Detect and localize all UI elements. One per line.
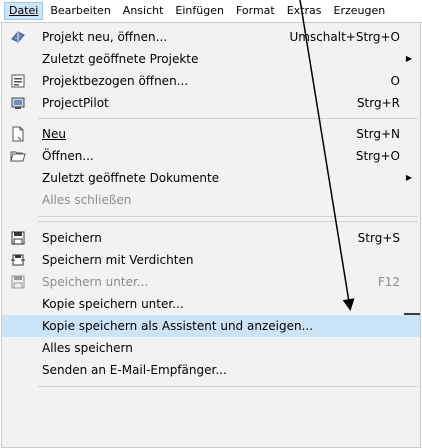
save-as-icon: [10, 274, 26, 290]
menu-datei[interactable]: Datei: [4, 2, 44, 20]
menu-item-speichern-unter: Speichern unter... F12: [2, 271, 420, 293]
datei-dropdown-menu: Projekt neu, öffnen... Umschalt+Strg+O Z…: [1, 22, 421, 448]
menu-bar: Datei Bearbeiten Ansicht Einfügen Format…: [0, 0, 422, 23]
new-document-icon: [10, 126, 26, 142]
separator: [38, 221, 418, 222]
separator: [38, 386, 418, 387]
menu-item-speichern-verdichten[interactable]: Speichern mit Verdichten: [2, 249, 420, 271]
menu-item-label: Senden an E-Mail-Empfänger...: [42, 363, 227, 377]
save-icon: [10, 230, 26, 246]
project-icon: [10, 29, 26, 45]
shortcut: Strg+R: [356, 96, 400, 110]
menu-item-oeffnen[interactable]: Öffnen... Strg+O: [2, 145, 420, 167]
shortcut: O: [390, 74, 400, 88]
menu-item-alles-schliessen: Alles schließen: [2, 189, 420, 211]
menu-item-label: Kopie speichern unter...: [42, 297, 184, 311]
menu-item-label: Neu: [42, 123, 66, 145]
menu-item-alles-speichern[interactable]: Alles speichern: [2, 337, 420, 359]
menu-item-neu[interactable]: Neu Strg+N: [2, 123, 420, 145]
menu-item-label: Speichern unter...: [42, 275, 149, 289]
menu-format[interactable]: Format: [231, 2, 280, 20]
menu-item-senden-email[interactable]: Senden an E-Mail-Empfänger...: [2, 359, 420, 381]
menu-item-speichern[interactable]: Speichern Strg+S: [2, 227, 420, 249]
menu-item-label: Projektbezogen öffnen...: [42, 74, 189, 88]
menu-bearbeiten[interactable]: Bearbeiten: [45, 2, 115, 20]
open-folder-icon: [10, 148, 26, 164]
menu-datei-label: Datei: [9, 4, 39, 17]
menu-item-label: ProjectPilot: [42, 96, 109, 110]
project-open-icon: [10, 73, 26, 89]
menu-item-label: Speichern mit Verdichten: [42, 253, 194, 267]
projectpilot-icon: [10, 95, 26, 111]
menu-item-kopie-assistent[interactable]: Kopie speichern als Assistent und anzeig…: [2, 315, 420, 337]
menu-item-label: Alles schließen: [42, 193, 132, 207]
shortcut: Umschalt+Strg+O: [289, 30, 400, 44]
menu-item-label: Projekt neu, öffnen...: [42, 30, 168, 44]
menu-extras[interactable]: Extras: [282, 2, 327, 20]
menu-item-projekt-neu[interactable]: Projekt neu, öffnen... Umschalt+Strg+O: [2, 26, 420, 48]
menu-erzeugen[interactable]: Erzeugen: [329, 2, 391, 20]
menu-item-kopie-speichern-unter[interactable]: Kopie speichern unter...: [2, 293, 420, 315]
menu-item-label: Kopie speichern als Assistent und anzeig…: [42, 319, 314, 333]
menu-item-label: Zuletzt geöffnete Dokumente: [42, 171, 220, 185]
submenu-arrow-icon: ▶: [405, 173, 412, 182]
menu-item-label-text: Neu: [42, 127, 66, 141]
menu-item-projectpilot[interactable]: ProjectPilot Strg+R: [2, 92, 420, 114]
shortcut: Strg+O: [355, 149, 400, 163]
shortcut: F12: [377, 275, 400, 289]
menu-item-label: Öffnen...: [42, 149, 94, 163]
menu-item-zuletzt-projekte[interactable]: Zuletzt geöffnete Projekte ▶: [2, 48, 420, 70]
menu-item-label: Zuletzt geöffnete Projekte: [42, 52, 199, 66]
submenu-arrow-icon: ▶: [405, 54, 412, 63]
shortcut: Strg+S: [357, 231, 400, 245]
save-compress-icon: [10, 252, 26, 268]
menu-ansicht[interactable]: Ansicht: [118, 2, 169, 20]
menu-item-label: Speichern: [42, 231, 102, 245]
shortcut: Strg+N: [356, 127, 400, 141]
menu-item-projektbezogen[interactable]: Projektbezogen öffnen... O: [2, 70, 420, 92]
separator: [38, 216, 418, 217]
menu-item-zuletzt-dokumente[interactable]: Zuletzt geöffnete Dokumente ▶: [2, 167, 420, 189]
menu-item-label: Alles speichern: [42, 341, 133, 355]
separator: [38, 118, 418, 119]
menu-einfuegen[interactable]: Einfügen: [170, 2, 229, 20]
